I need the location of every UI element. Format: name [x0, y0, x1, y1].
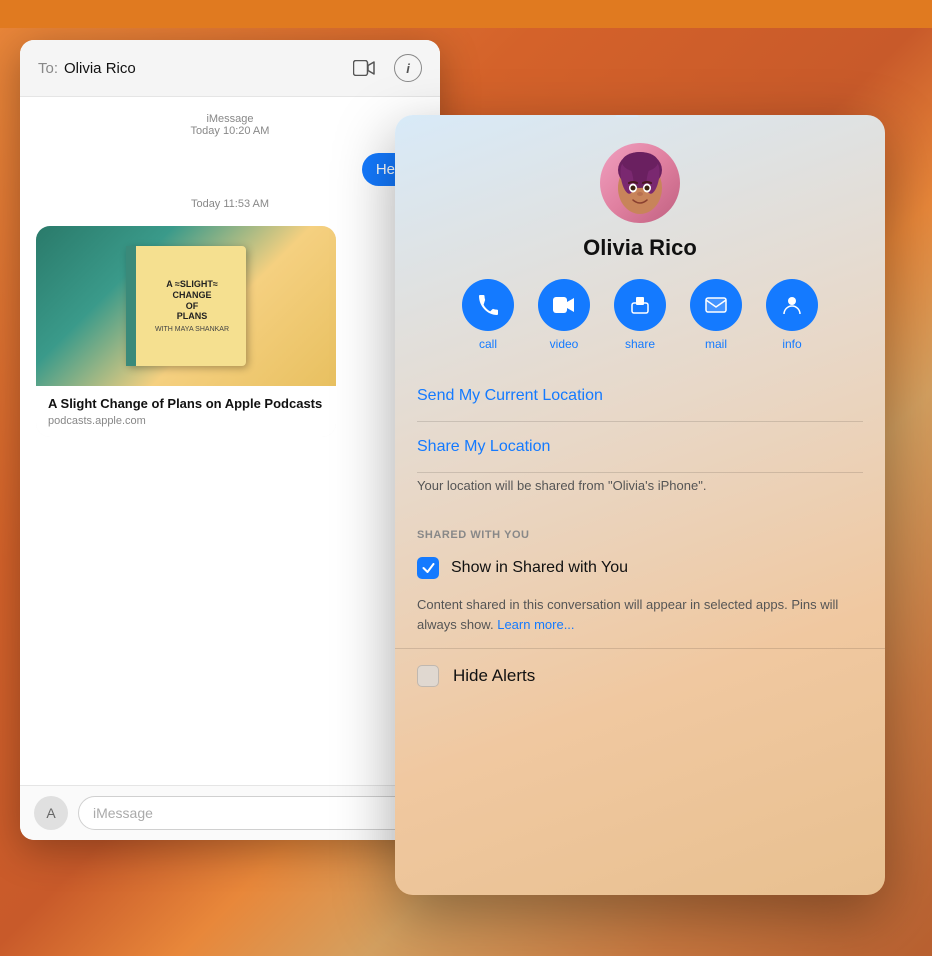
show-shared-checkbox[interactable]	[417, 557, 439, 579]
share-icon	[630, 295, 650, 315]
call-label: call	[479, 337, 497, 351]
video-action[interactable]: video	[538, 279, 590, 351]
panel-content: Send My Current Location Share My Locati…	[395, 371, 885, 640]
message-bubble-row: Hello	[36, 153, 424, 186]
share-label: share	[625, 337, 655, 351]
messages-window: To: Olivia Rico i iMessage Today 10:20 A…	[20, 40, 440, 840]
messages-to: To: Olivia Rico	[38, 60, 136, 77]
hide-alerts-section: Hide Alerts	[395, 648, 885, 703]
send-location-button[interactable]: Send My Current Location	[417, 371, 863, 421]
book-stripe	[126, 246, 136, 366]
share-icon-circle	[614, 279, 666, 331]
book-title-line1: A ≈SLIGHT≈	[166, 279, 218, 290]
avatar-section: Olivia Rico	[583, 143, 697, 261]
podcast-book-cover: A ≈SLIGHT≈ CHANGE OF PLANS WITH MAYA SHA…	[126, 246, 246, 366]
podcast-image: A ≈SLIGHT≈ CHANGE OF PLANS WITH MAYA SHA…	[36, 226, 336, 386]
mail-label: mail	[705, 337, 727, 351]
call-icon-circle	[462, 279, 514, 331]
checkmark-icon	[422, 563, 435, 573]
menu-bar	[0, 0, 932, 28]
input-placeholder: iMessage	[93, 805, 153, 821]
info-icon: i	[406, 61, 410, 76]
share-location-button[interactable]: Share My Location	[417, 422, 863, 472]
contact-name-label: Olivia Rico	[583, 235, 697, 261]
app-store-button[interactable]: A	[34, 796, 68, 830]
show-shared-row: Show in Shared with You	[417, 551, 863, 585]
info-panel: Olivia Rico call video	[395, 115, 885, 895]
person-icon	[782, 295, 802, 315]
info-button[interactable]: i	[394, 54, 422, 82]
app-store-icon: A	[46, 805, 55, 821]
info-action[interactable]: info	[766, 279, 818, 351]
info-label: info	[782, 337, 801, 351]
learn-more-link[interactable]: Learn more...	[497, 617, 574, 632]
messages-body: iMessage Today 10:20 AM Hello Today 11:5…	[20, 97, 440, 453]
message-input[interactable]: iMessage	[78, 796, 426, 830]
book-title-line3: OF	[186, 301, 199, 312]
action-buttons-row: call video share	[462, 279, 818, 351]
video-label: video	[550, 337, 579, 351]
avatar	[600, 143, 680, 223]
video-icon-circle	[538, 279, 590, 331]
podcast-source: podcasts.apple.com	[48, 415, 324, 427]
shared-note: Content shared in this conversation will…	[417, 585, 863, 640]
mail-action[interactable]: mail	[690, 279, 742, 351]
memoji-svg	[605, 148, 675, 218]
info-person-circle	[766, 279, 818, 331]
timestamp2: Today 11:53 AM	[36, 198, 424, 210]
video-call-button[interactable]	[350, 54, 378, 82]
podcast-info: A Slight Change of Plans on Apple Podcas…	[36, 386, 336, 437]
recipient-name: Olivia Rico	[64, 60, 136, 77]
hide-alerts-checkbox[interactable]	[417, 665, 439, 687]
timestamp1: iMessage Today 10:20 AM	[36, 113, 424, 137]
to-label: To:	[38, 60, 58, 77]
messages-footer: A iMessage	[20, 785, 440, 840]
messages-header: To: Olivia Rico i	[20, 40, 440, 97]
video-icon	[553, 297, 575, 313]
call-action[interactable]: call	[462, 279, 514, 351]
shared-with-you-header: SHARED WITH YOU	[417, 511, 863, 551]
header-icons: i	[350, 54, 422, 82]
podcast-card[interactable]: A ≈SLIGHT≈ CHANGE OF PLANS WITH MAYA SHA…	[36, 226, 336, 437]
share-action[interactable]: share	[614, 279, 666, 351]
location-note: Your location will be shared from "Olivi…	[417, 473, 863, 511]
show-shared-label: Show in Shared with You	[451, 559, 628, 577]
podcast-title: A Slight Change of Plans on Apple Podcas…	[48, 396, 324, 413]
mail-icon	[705, 297, 727, 313]
hide-alerts-label: Hide Alerts	[453, 666, 535, 686]
book-title-line2: CHANGE	[172, 290, 211, 301]
mail-icon-circle	[690, 279, 742, 331]
book-title-line4: PLANS	[177, 311, 208, 322]
book-subtitle: WITH MAYA SHANKAR	[155, 326, 229, 333]
call-icon	[477, 294, 499, 316]
